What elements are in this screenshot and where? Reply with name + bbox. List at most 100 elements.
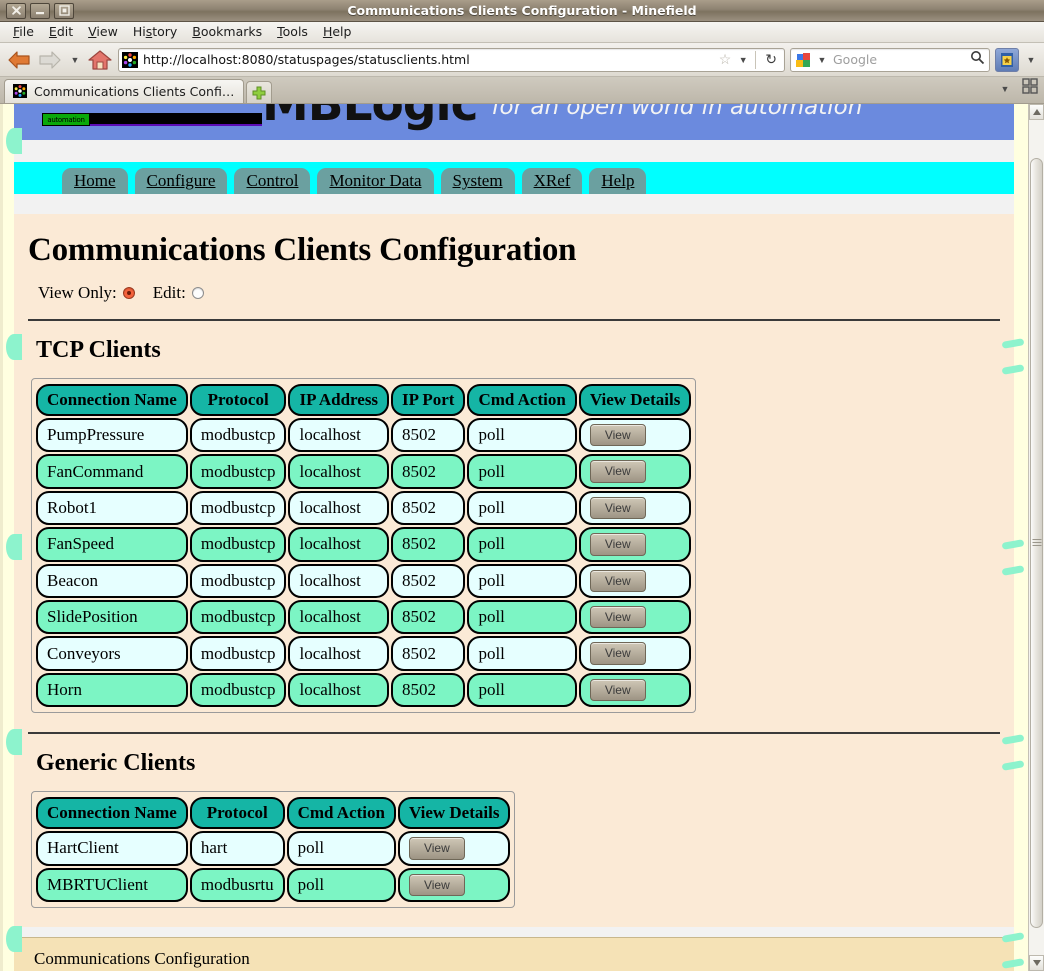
cell-cmd-action: poll bbox=[467, 418, 577, 453]
nav-item-monitor-data[interactable]: Monitor Data bbox=[317, 168, 434, 194]
search-engine-chevron-down-icon[interactable]: ▼ bbox=[815, 55, 829, 65]
cell-ip-address: localhost bbox=[288, 599, 390, 635]
search-bar[interactable]: ▼ Google bbox=[790, 47, 990, 72]
nav-item-home[interactable]: Home bbox=[62, 168, 128, 194]
tab-list-chevron-down-icon[interactable]: ▼ bbox=[998, 84, 1012, 94]
new-tab-button[interactable] bbox=[246, 81, 272, 103]
view-button[interactable]: View bbox=[589, 678, 646, 702]
url-text[interactable]: http://localhost:8080/statuspages/status… bbox=[143, 52, 714, 67]
cell-ip-address: localhost bbox=[288, 454, 390, 489]
search-icon[interactable] bbox=[970, 50, 985, 70]
cell-cmd-action: poll bbox=[467, 527, 577, 562]
maximize-icon[interactable] bbox=[54, 2, 74, 19]
cell-connection-name: SlidePosition bbox=[36, 599, 188, 635]
decor-arc-icon bbox=[6, 334, 22, 360]
nav-item-system[interactable]: System bbox=[440, 168, 515, 194]
cell-ip-address: localhost bbox=[288, 527, 390, 562]
address-bar[interactable]: http://localhost:8080/statuspages/status… bbox=[118, 47, 785, 72]
table-row: Robot1 modbustcp localhost 8502 poll Vie… bbox=[36, 490, 692, 526]
col-view-details: View Details bbox=[578, 384, 692, 416]
cell-view-details: View bbox=[397, 867, 511, 902]
bookmark-star-icon[interactable]: ☆ bbox=[719, 51, 732, 68]
menu-history[interactable]: History bbox=[126, 22, 184, 42]
cell-view-details: View bbox=[578, 454, 692, 489]
nav-item-control[interactable]: Control bbox=[234, 168, 311, 194]
decor-arc-icon bbox=[6, 729, 22, 755]
reload-icon[interactable]: ↻ bbox=[761, 51, 781, 68]
grid-icon[interactable] bbox=[1022, 78, 1038, 99]
scroll-up-button[interactable] bbox=[1029, 104, 1044, 120]
forward-arrow-icon bbox=[37, 47, 63, 73]
view-button[interactable]: View bbox=[408, 837, 465, 860]
cell-ip-address: localhost bbox=[288, 636, 390, 671]
vertical-scrollbar[interactable] bbox=[1028, 104, 1044, 971]
cell-cmd-action: poll bbox=[467, 636, 577, 671]
cell-protocol: modbustcp bbox=[189, 636, 287, 671]
tab-communications-clients[interactable]: Communications Clients Config... bbox=[4, 79, 244, 103]
view-button[interactable]: View bbox=[589, 460, 646, 483]
view-button[interactable]: View bbox=[589, 642, 646, 665]
window-title: Communications Clients Configuration - M… bbox=[347, 3, 697, 18]
left-page-edge bbox=[0, 104, 3, 971]
chevron-down-icon[interactable]: ▼ bbox=[68, 55, 82, 65]
bookmarks-chevron-down-icon[interactable]: ▼ bbox=[1024, 55, 1038, 65]
cell-cmd-action: poll bbox=[286, 831, 396, 866]
scrollbar-thumb[interactable] bbox=[1030, 158, 1043, 928]
google-icon[interactable] bbox=[795, 52, 811, 68]
browser-window: Communications Clients Configuration - M… bbox=[0, 0, 1044, 971]
window-buttons bbox=[4, 2, 74, 19]
view-button[interactable]: View bbox=[589, 424, 646, 447]
nav-item-configure[interactable]: Configure bbox=[134, 168, 228, 194]
home-icon[interactable] bbox=[87, 47, 113, 73]
menu-help[interactable]: Help bbox=[316, 22, 359, 42]
view-button[interactable]: View bbox=[589, 569, 646, 592]
back-arrow-icon[interactable] bbox=[6, 47, 32, 73]
cell-ip-port: 8502 bbox=[391, 418, 466, 453]
scrollbar-track[interactable] bbox=[1029, 120, 1044, 955]
site-banner: automation MBLogic for an open world in … bbox=[14, 104, 1014, 140]
cell-ip-address: localhost bbox=[288, 563, 390, 598]
cell-protocol: modbustcp bbox=[189, 490, 287, 526]
search-input[interactable]: Google bbox=[833, 52, 966, 67]
site-nav: Home Configure Control Monitor Data Syst… bbox=[14, 162, 1014, 194]
col-protocol: Protocol bbox=[189, 384, 287, 416]
bookmark-chevron-down-icon[interactable]: ▼ bbox=[736, 55, 750, 65]
edit-radio[interactable] bbox=[191, 287, 204, 299]
cell-connection-name: HartClient bbox=[36, 831, 188, 866]
tcp-clients-heading: TCP Clients bbox=[36, 337, 161, 363]
scroll-down-button[interactable] bbox=[1029, 955, 1044, 971]
generic-clients-table: Connection Name Protocol Cmd Action View… bbox=[34, 795, 512, 904]
tab-bar: Communications Clients Config... ▼ bbox=[0, 77, 1044, 104]
menu-file[interactable]: File bbox=[6, 22, 41, 42]
content-viewport: automation MBLogic for an open world in … bbox=[0, 104, 1044, 971]
cell-ip-address: localhost bbox=[288, 418, 390, 453]
mode-selector: View Only: Edit: bbox=[38, 283, 1000, 303]
nav-item-xref[interactable]: XRef bbox=[521, 168, 583, 194]
site-logo: automation MBLogic for an open world in … bbox=[42, 104, 862, 128]
nav-item-help[interactable]: Help bbox=[589, 168, 647, 194]
view-button[interactable]: View bbox=[589, 496, 646, 520]
menu-file-rest: ile bbox=[19, 24, 34, 39]
cell-cmd-action: poll bbox=[467, 563, 577, 598]
view-only-radio[interactable] bbox=[122, 287, 135, 299]
cell-cmd-action: poll bbox=[286, 867, 396, 902]
view-button[interactable]: View bbox=[589, 533, 646, 556]
table-row: FanCommand modbustcp localhost 8502 poll… bbox=[36, 454, 692, 489]
menu-tools[interactable]: Tools bbox=[270, 22, 315, 42]
logo-bar bbox=[90, 113, 262, 126]
banner-spacer bbox=[14, 140, 1014, 162]
close-icon[interactable] bbox=[6, 2, 26, 19]
view-button[interactable]: View bbox=[408, 873, 465, 896]
col-protocol: Protocol bbox=[189, 797, 285, 830]
table-row: Horn modbustcp localhost 8502 poll View bbox=[36, 672, 692, 708]
menu-edit[interactable]: Edit bbox=[42, 22, 80, 42]
menu-bookmarks[interactable]: Bookmarks bbox=[185, 22, 269, 42]
cell-view-details: View bbox=[578, 636, 692, 671]
cell-view-details: View bbox=[578, 490, 692, 526]
menu-view[interactable]: View bbox=[81, 22, 125, 42]
cell-cmd-action: poll bbox=[467, 672, 577, 708]
minimize-icon[interactable] bbox=[30, 2, 50, 19]
cell-view-details: View bbox=[397, 831, 511, 866]
view-button[interactable]: View bbox=[589, 605, 646, 629]
bookmarks-button[interactable] bbox=[995, 47, 1019, 72]
